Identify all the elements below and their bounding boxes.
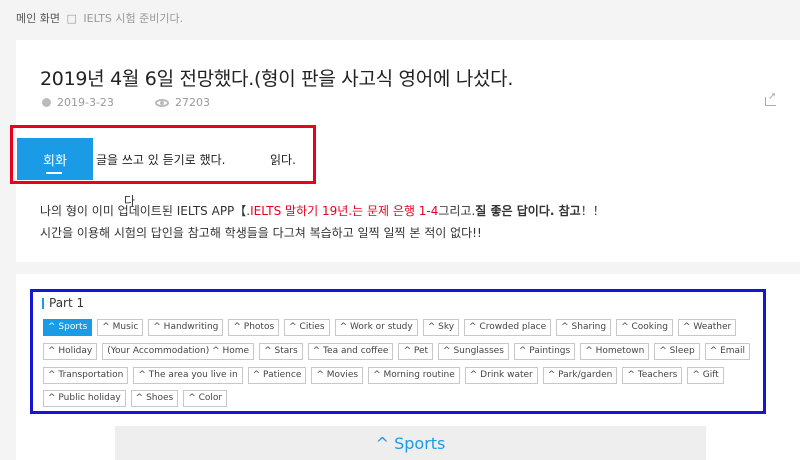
tab-reading[interactable]: 읽다. xyxy=(270,151,296,168)
part-label-text: Part 1 xyxy=(49,296,85,310)
topic-tag[interactable]: ^ Drink water xyxy=(464,367,538,384)
topic-tag[interactable]: ^ Movies xyxy=(311,367,364,384)
topic-tag[interactable]: ^ Hometown xyxy=(580,343,650,360)
topic-tag[interactable]: ^ Sports xyxy=(43,319,93,336)
topic-row-4: ^ Public holiday ^ Shoes ^ Color xyxy=(43,390,232,407)
topic-tag[interactable]: ^ Transportation xyxy=(43,367,129,384)
topic-tag[interactable]: ^ Park/garden xyxy=(542,367,618,384)
topic-tag[interactable]: ^ Sleep xyxy=(654,343,700,360)
topic-tag[interactable]: ^ Work or study xyxy=(334,319,418,336)
topic-tag[interactable]: ^ Morning routine xyxy=(368,367,460,384)
topic-tag[interactable]: ^ Photos xyxy=(228,319,280,336)
intro-text-end: ！！ xyxy=(580,204,605,218)
topic-row-2: ^ Holiday (Your Accommodation) ^ Home ^ … xyxy=(43,343,755,360)
topic-tag[interactable]: ^ Patience xyxy=(247,367,307,384)
topic-row-1: ^ Sports ^ Music ^ Handwriting ^ Photos … xyxy=(43,319,741,336)
topic-tag[interactable]: ^ Sunglasses xyxy=(438,343,509,360)
section-heading-sports: ^ Sports xyxy=(115,426,706,460)
intro-text-red[interactable]: IELTS 말하기 19년.는 문제 은행 1-4 xyxy=(250,204,438,218)
article-views: 27203 xyxy=(155,96,210,109)
topic-tag[interactable]: ^ Music xyxy=(97,319,144,336)
intro-paragraph-line2: 시간을 이용해 시험의 답인을 참고해 학생들을 다그쳐 복습하고 일찍 일찍 … xyxy=(40,226,482,240)
breadcrumb: 메인 화면 □ IELTS 시험 준비기다. xyxy=(16,10,183,26)
article-views-count: 27203 xyxy=(175,96,210,109)
topic-row-3: ^ Transportation ^ The area you live in … xyxy=(43,367,729,384)
breadcrumb-home-link[interactable]: 메인 화면 xyxy=(16,12,60,25)
topic-tag[interactable]: ^ Weather xyxy=(677,319,737,336)
topic-tag[interactable]: ^ Cities xyxy=(284,319,330,336)
breadcrumb-separator: □ xyxy=(66,12,77,25)
page-title: 2019년 4월 6일 전망했다.(형이 판을 사고식 영어에 나섰다. xyxy=(40,68,514,90)
part-label: Part 1 xyxy=(42,296,84,310)
tab-writing-listening[interactable]: 글을 쓰고 있 듣기로 했다. xyxy=(96,151,225,168)
intro-text-b: 그리고. xyxy=(438,204,476,218)
tab-speaking[interactable]: 회화 xyxy=(17,138,93,180)
topic-tag[interactable]: ^ Teachers xyxy=(622,367,683,384)
topic-tag[interactable]: ^ Holiday xyxy=(43,343,98,360)
article-date-text: 2019-3-23 xyxy=(57,96,114,109)
topic-tag[interactable]: ^ Sharing xyxy=(556,319,612,336)
clock-icon xyxy=(42,98,51,107)
topic-tag[interactable]: ^ Crowded place xyxy=(464,319,552,336)
intro-text-bold: 질 좋은 답이다. 참고 xyxy=(475,204,581,218)
part-label-marker xyxy=(42,297,44,309)
topic-tag[interactable]: ^ Gift xyxy=(687,367,724,384)
topic-tag[interactable]: ^ Handwriting xyxy=(148,319,224,336)
tab-active-underline xyxy=(46,172,62,174)
eye-icon xyxy=(155,98,169,107)
topic-tag[interactable]: (Your Accommodation) ^ Home xyxy=(102,343,255,360)
topic-tag[interactable]: ^ Sky xyxy=(422,319,460,336)
topic-tag[interactable]: ^ Pet xyxy=(398,343,434,360)
topic-tag[interactable]: ^ Color xyxy=(183,390,228,407)
topic-tag[interactable]: ^ Email xyxy=(704,343,751,360)
topic-tag[interactable]: ^ Tea and coffee xyxy=(307,343,394,360)
breadcrumb-current: IELTS 시험 준비기다. xyxy=(83,12,184,25)
topic-tag[interactable]: ^ Cooking xyxy=(616,319,673,336)
topic-tag[interactable]: ^ The area you live in xyxy=(133,367,243,384)
topic-tag[interactable]: ^ Shoes xyxy=(130,390,179,407)
tab-speaking-label: 회화 xyxy=(43,153,67,169)
intro-text-a: 나의 형이 이미 업데이트된 IELTS APP【. xyxy=(40,204,251,218)
topic-tag[interactable]: ^ Public holiday xyxy=(43,390,126,407)
topic-tag[interactable]: ^ Stars xyxy=(259,343,303,360)
intro-paragraph-line1: 나의 형이 이미 업데이트된 IELTS APP【.IELTS 말하기 19년.… xyxy=(40,202,605,219)
topic-tag[interactable]: ^ Paintings xyxy=(513,343,576,360)
article-date: 2019-3-23 xyxy=(42,96,114,109)
